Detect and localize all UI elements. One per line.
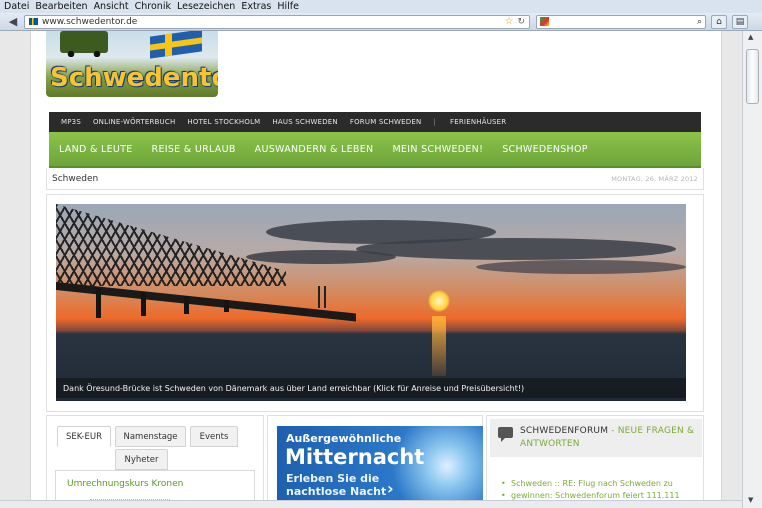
topnav-haus-schweden[interactable]: HAUS SCHWEDEN [272, 118, 337, 126]
forum-list: Schweden :: RE: Flug nach Schweden zu ge… [497, 478, 697, 502]
menu-lesezeichen[interactable]: Lesezeichen [177, 1, 235, 12]
hero-caption-text: Dank Öresund-Brücke ist Schweden von Dän… [63, 383, 525, 393]
ad-line-2: Mitternacht [285, 445, 425, 469]
mainnav-land-leute[interactable]: LAND & LEUTE [59, 144, 133, 155]
sun-shape [428, 290, 450, 312]
page-container: Schwedentor MP3S ONLINE-WÖRTERBUCH HOTEL… [30, 31, 722, 508]
site-logo[interactable]: Schwedentor [46, 31, 218, 97]
mainnav-auswandern-leben[interactable]: AUSWANDERN & LEBEN [255, 144, 374, 155]
topnav-separator: | [433, 118, 437, 126]
logo-wordmark: Schwedentor [50, 63, 218, 93]
scroll-down-icon[interactable]: ▼ [748, 496, 753, 504]
reload-icon[interactable]: ↻ [517, 17, 525, 27]
bridge-pillar [96, 288, 101, 318]
tab-nyheter[interactable]: Nyheter [115, 449, 168, 470]
cloud-shape [356, 238, 676, 260]
ad-line-1: Außergewöhnliche [286, 432, 402, 445]
mainnav-reise-urlaub[interactable]: REISE & URLAUB [152, 144, 236, 155]
bridge-pillar [184, 296, 189, 314]
scroll-up-icon[interactable]: ▲ [748, 33, 753, 41]
topnav-forum-schweden[interactable]: FORUM SCHWEDEN [350, 118, 422, 126]
forum-header: SCHWEDENFORUM - NEUE FRAGEN & ANTWORTEN [490, 419, 702, 457]
menu-bearbeiten[interactable]: Bearbeiten [35, 1, 87, 12]
ad-line-3: Erleben Sie die nachtlose Nacht [286, 472, 386, 498]
address-bar[interactable]: www.schwedentor.de ☆ ↻ [24, 14, 530, 29]
speech-bubble-icon [498, 427, 513, 442]
home-icon[interactable]: ⌂ [711, 14, 727, 29]
ad-line-3-text: Erleben Sie die [286, 472, 380, 485]
swedish-flag-icon [150, 31, 202, 59]
top-navigation: MP3S ONLINE-WÖRTERBUCH HOTEL STOCKHOLM H… [49, 112, 701, 132]
address-url: www.schwedentor.de [42, 16, 138, 27]
bridge-pillar [141, 292, 146, 316]
forum-title: SCHWEDENFORUM - NEUE FRAGEN & [520, 426, 694, 436]
widget-ad: Außergewöhnliche Mitternacht Erleben Sie… [267, 415, 483, 508]
cloud-shape [246, 250, 396, 264]
advertisement-banner[interactable]: Außergewöhnliche Mitternacht Erleben Sie… [277, 426, 483, 508]
logo-vehicle [60, 31, 108, 57]
search-box[interactable]: ⌕ [536, 14, 706, 29]
menu-ansicht[interactable]: Ansicht [94, 1, 129, 12]
forum-title-suffix: - NEUE FRAGEN & [608, 426, 695, 436]
arrow-left-icon[interactable]: ◀ [6, 15, 20, 29]
menu-chronik[interactable]: Chronik [135, 1, 171, 12]
current-date: MONTAG, 26. MÄRZ 2012 [611, 174, 698, 183]
bookmark-star-icon[interactable]: ☆ [504, 16, 513, 27]
chevron-right-icon: › [387, 479, 394, 498]
breadcrumb-item[interactable]: Schweden [52, 174, 98, 184]
bridge-deck [56, 282, 356, 322]
menu-datei[interactable]: Datei [4, 1, 29, 12]
addon-toolbar-icon[interactable]: ▤ [732, 14, 748, 29]
hero-section: Dank Öresund-Brücke ist Schweden von Dän… [46, 194, 704, 412]
bridge-pillar [224, 300, 229, 312]
mainnav-mein-schweden[interactable]: MEIN SCHWEDEN! [392, 144, 483, 155]
browser-viewport: Schwedentor MP3S ONLINE-WÖRTERBUCH HOTEL… [0, 31, 742, 508]
forum-title-line2: ANTWORTEN [520, 439, 580, 449]
site-favicon-icon [29, 18, 38, 25]
menu-extras[interactable]: Extras [241, 1, 271, 12]
forum-title-main: SCHWEDENFORUM [520, 426, 609, 436]
bridge-truss [56, 204, 286, 286]
menu-hilfe[interactable]: Hilfe [277, 1, 299, 12]
ad-line-4-text: nachtlose Nacht [286, 485, 387, 498]
panel-heading: Umrechnungskurs Kronen [67, 479, 184, 489]
bridge-tower [324, 286, 326, 308]
sun-reflection [432, 316, 446, 376]
hero-image[interactable]: Dank Öresund-Brücke ist Schweden von Dän… [56, 204, 686, 401]
widget-currency: SEK-EUR Namenstage Events Nyheter Umrech… [46, 415, 264, 508]
topnav-ferienhaeuser[interactable]: FERIENHÄUSER [450, 118, 506, 126]
browser-menubar: Datei Bearbeiten Ansicht Chronik Lesezei… [0, 0, 762, 13]
scroll-thumb[interactable] [746, 49, 759, 104]
tab-events[interactable]: Events [190, 426, 238, 447]
topnav-woerterbuch[interactable]: ONLINE-WÖRTERBUCH [93, 118, 175, 126]
horizontal-scrollbar[interactable] [0, 500, 742, 508]
main-navigation: LAND & LEUTE REISE & URLAUB AUSWANDERN &… [49, 132, 701, 168]
search-icon[interactable]: ⌕ [697, 17, 702, 27]
topnav-hotel-stockholm[interactable]: HOTEL STOCKHOLM [187, 118, 260, 126]
cloud-shape [476, 260, 686, 274]
vertical-scrollbar[interactable]: ▲ ▼ [742, 31, 762, 508]
breadcrumb: Schweden MONTAG, 26. MÄRZ 2012 [46, 168, 704, 190]
bridge-tower [318, 286, 320, 308]
topnav-mp3s[interactable]: MP3S [61, 118, 81, 126]
navigation-toolbar: ◀ www.schwedentor.de ☆ ↻ ⌕ ⌂ ▤ [0, 13, 762, 31]
tab-sek-eur[interactable]: SEK-EUR [57, 426, 111, 447]
hero-caption[interactable]: Dank Öresund-Brücke ist Schweden von Dän… [56, 378, 686, 398]
mainnav-schwedenshop[interactable]: SCHWEDENSHOP [502, 144, 588, 155]
forum-list-item[interactable]: Schweden :: RE: Flug nach Schweden zu [497, 478, 697, 490]
widget-forum: SCHWEDENFORUM - NEUE FRAGEN & ANTWORTEN … [486, 415, 704, 508]
search-engine-icon[interactable] [540, 17, 549, 26]
tab-namenstage[interactable]: Namenstage [115, 426, 186, 447]
